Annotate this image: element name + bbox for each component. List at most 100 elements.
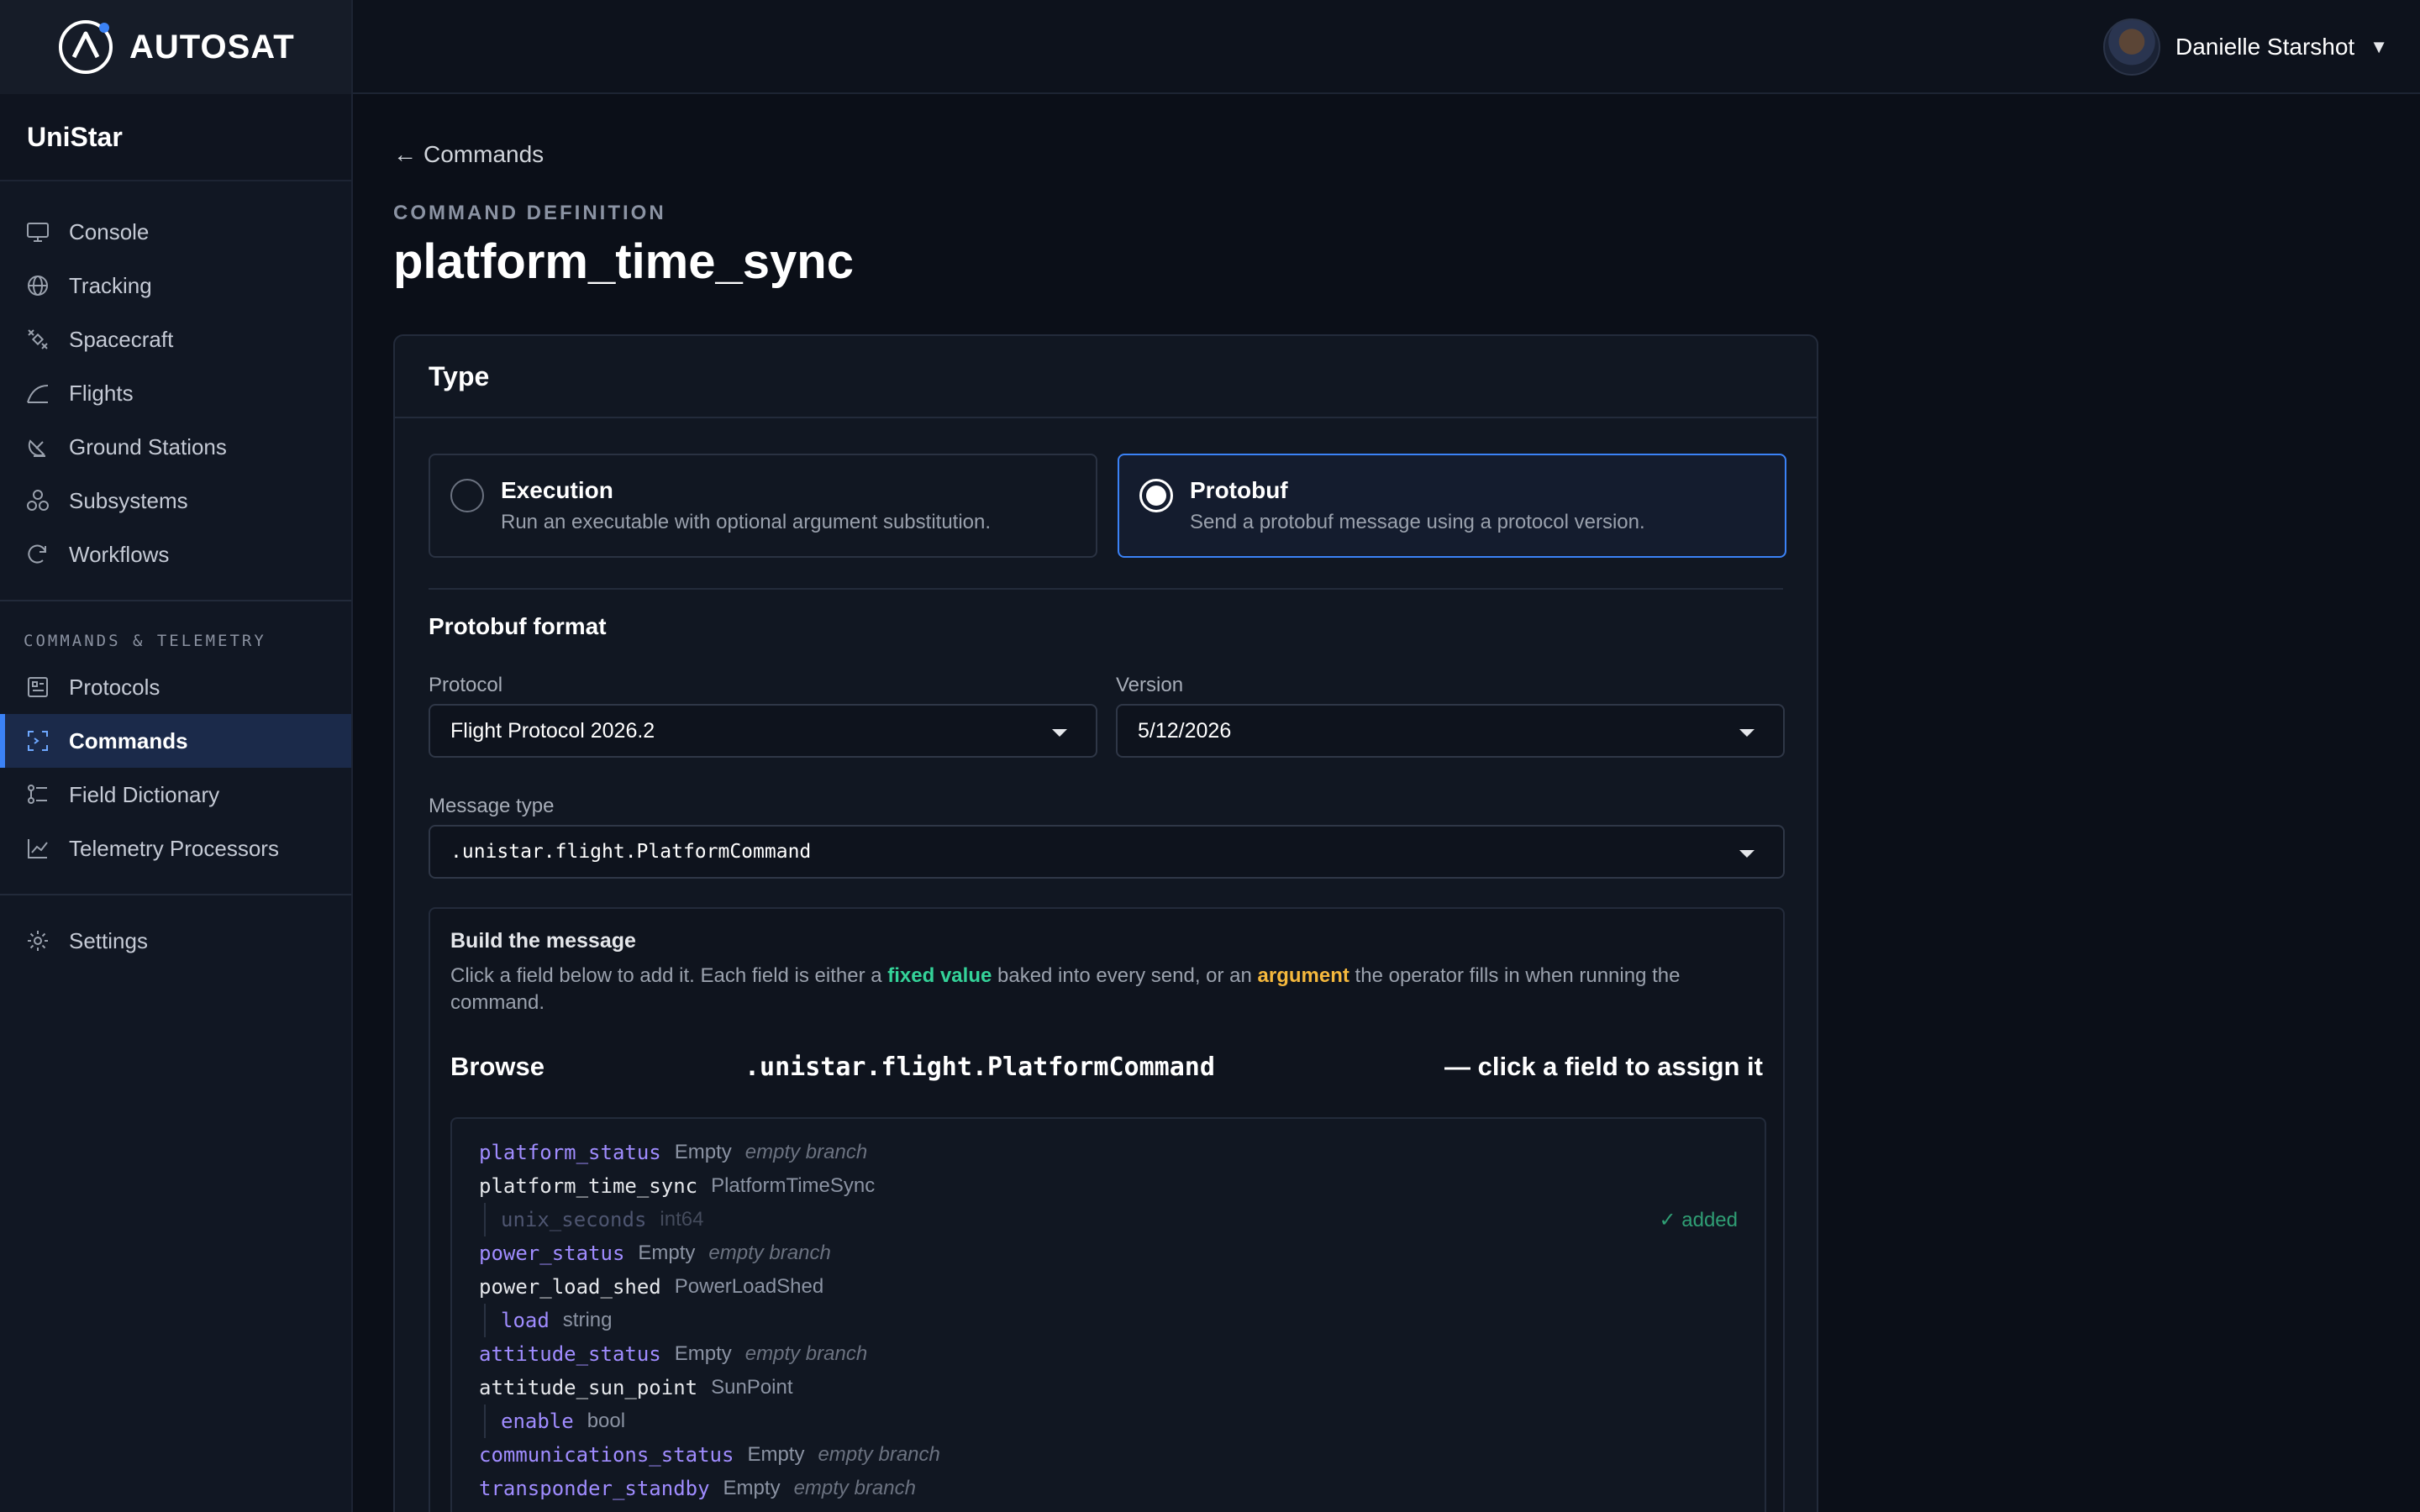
- option-title: Protobuf: [1190, 477, 1288, 503]
- field-note: empty branch: [744, 1141, 868, 1163]
- message-type-select[interactable]: .unistar.flight.PlatformCommand: [429, 825, 1785, 879]
- message-type-select-value: .unistar.flight.PlatformCommand: [450, 841, 812, 863]
- gear-icon: [24, 927, 52, 955]
- section-divider: [429, 588, 1783, 590]
- arrow-left-icon: ←: [393, 141, 417, 167]
- dictionary-icon: [24, 780, 52, 809]
- sidebar: AUTOSAT UniStar Console Tracking Spacecr…: [0, 0, 353, 1512]
- sidebar-item-workflows[interactable]: Workflows: [0, 528, 351, 581]
- command-icon: [24, 727, 52, 755]
- builder-desc-text: baked into every send, or an: [992, 964, 1258, 987]
- monitor-icon: [24, 218, 52, 246]
- protocol-label: Protocol: [429, 674, 503, 696]
- field-tree-row[interactable]: load string: [452, 1304, 1765, 1337]
- field-name: power_status: [479, 1242, 625, 1265]
- field-name: communications_status: [479, 1443, 734, 1467]
- radio-selected[interactable]: [1139, 479, 1173, 512]
- field-name: platform_time_sync: [479, 1174, 698, 1198]
- field-tree-row[interactable]: power_status Empty empty branch: [452, 1236, 1765, 1270]
- nav-divider: [0, 894, 351, 895]
- sidebar-item-flights[interactable]: Flights: [0, 366, 351, 420]
- field-tree-row[interactable]: platform_status Empty empty branch: [452, 1136, 1765, 1169]
- field-name: attitude_sun_point: [479, 1376, 698, 1399]
- sidebar-item-label: Flights: [69, 380, 134, 406]
- sidebar-item-telemetry-processors[interactable]: Telemetry Processors: [0, 822, 351, 875]
- sidebar-item-label: Settings: [69, 927, 148, 953]
- sidebar-item-label: Commands: [69, 727, 188, 753]
- sidebar-item-label: Protocols: [69, 674, 160, 700]
- field-type: string: [562, 1309, 613, 1331]
- field-tree-row[interactable]: enable bool: [452, 1404, 1765, 1438]
- chevron-down-icon: [1739, 729, 1754, 737]
- field-type: SunPoint: [711, 1376, 793, 1399]
- user-menu[interactable]: Danielle Starshot ▼: [2102, 18, 2388, 76]
- subsystems-icon: [24, 486, 52, 515]
- field-type: PowerLoadShed: [674, 1275, 824, 1298]
- org-switcher[interactable]: UniStar: [0, 94, 351, 181]
- version-select[interactable]: 5/12/2026: [1116, 704, 1785, 758]
- field-tree-row[interactable]: transponder_standby Empty empty branch: [452, 1472, 1765, 1505]
- back-link[interactable]: ← Commands: [393, 141, 544, 168]
- protocol-icon: [24, 673, 52, 701]
- sidebar-item-label: Telemetry Processors: [69, 835, 279, 861]
- browse-label: Browse: [450, 1052, 544, 1081]
- type-selector: Execution Run an executable with optiona…: [429, 454, 1786, 558]
- protocol-select-value: Flight Protocol 2026.2: [450, 718, 655, 743]
- sidebar-item-spacecraft[interactable]: Spacecraft: [0, 312, 351, 366]
- field-type: int64: [660, 1208, 704, 1231]
- field-name: attitude_status: [479, 1342, 661, 1366]
- org-name: UniStar: [27, 121, 123, 152]
- field-tree: platform_status Empty empty branch platform…: [450, 1117, 1766, 1512]
- field-tree-row[interactable]: power_load_shed PowerLoadShed: [452, 1270, 1765, 1304]
- sidebar-item-label: Field Dictionary: [69, 781, 220, 807]
- option-description: Run an executable with optional argument…: [501, 511, 992, 533]
- brand-name: AUTOSAT: [129, 28, 295, 66]
- browse-message-type: .unistar.flight.PlatformCommand: [744, 1052, 1215, 1082]
- nav-divider: [0, 600, 351, 601]
- user-name: Danielle Starshot: [2175, 34, 2355, 60]
- field-note: empty branch: [708, 1242, 831, 1264]
- version-label: Version: [1116, 674, 1184, 696]
- card-header: Type: [395, 336, 1817, 418]
- type-option-protobuf[interactable]: Protobuf Send a protobuf message using a…: [1118, 454, 1786, 558]
- field-tree-row[interactable]: unix_seconds int64 ✓ added: [452, 1203, 1765, 1236]
- sidebar-item-tracking[interactable]: Tracking: [0, 259, 351, 312]
- sidebar-item-ground-stations[interactable]: Ground Stations: [0, 420, 351, 474]
- logo-bar[interactable]: AUTOSAT: [0, 0, 351, 94]
- autosat-logo-icon: [57, 18, 114, 76]
- field-note: empty branch: [793, 1477, 916, 1499]
- caret-down-icon: ▼: [2370, 36, 2388, 57]
- antenna-icon: [24, 433, 52, 461]
- type-option-execution[interactable]: Execution Run an executable with optiona…: [429, 454, 1097, 558]
- sidebar-item-label: Workflows: [69, 541, 170, 567]
- field-tree-row[interactable]: attitude_status Empty empty branch: [452, 1337, 1765, 1371]
- sidebar-item-label: Ground Stations: [69, 433, 227, 459]
- trajectory-icon: [24, 379, 52, 407]
- sidebar-item-settings[interactable]: Settings: [0, 914, 351, 968]
- chart-line-icon: [24, 834, 52, 863]
- page-eyebrow: COMMAND DEFINITION: [393, 202, 666, 224]
- field-type: Empty: [674, 1141, 732, 1163]
- sidebar-item-commands[interactable]: Commands: [0, 714, 351, 768]
- field-name: load: [501, 1309, 550, 1332]
- chevron-down-icon: [1052, 729, 1067, 737]
- satellite-icon: [24, 325, 52, 354]
- sidebar-item-console[interactable]: Console: [0, 205, 351, 259]
- field-tree-row[interactable]: communications_status Empty empty branch: [452, 1438, 1765, 1472]
- field-note: empty branch: [744, 1342, 868, 1365]
- field-tree-row[interactable]: platform_time_sync PlatformTimeSync: [452, 1169, 1765, 1203]
- field-type: Empty: [747, 1443, 805, 1466]
- sidebar-item-subsystems[interactable]: Subsystems: [0, 474, 351, 528]
- message-type-label: Message type: [429, 795, 555, 817]
- sidebar-item-field-dictionary[interactable]: Field Dictionary: [0, 768, 351, 822]
- primary-nav: Console Tracking Spacecraft Flights Grou…: [0, 181, 351, 968]
- radio-unselected[interactable]: [450, 479, 484, 512]
- sidebar-item-label: Console: [69, 218, 150, 244]
- protocol-select[interactable]: Flight Protocol 2026.2: [429, 704, 1097, 758]
- globe-icon: [24, 271, 52, 300]
- field-tree-row[interactable]: attitude_sun_point SunPoint: [452, 1371, 1765, 1404]
- browse-header: Browse .unistar.flight.PlatformCommand —…: [450, 1052, 1763, 1082]
- sidebar-item-protocols[interactable]: Protocols: [0, 660, 351, 714]
- command-definition-card: Type Execution Run an executable with op…: [393, 334, 1818, 1512]
- workflow-icon: [24, 540, 52, 569]
